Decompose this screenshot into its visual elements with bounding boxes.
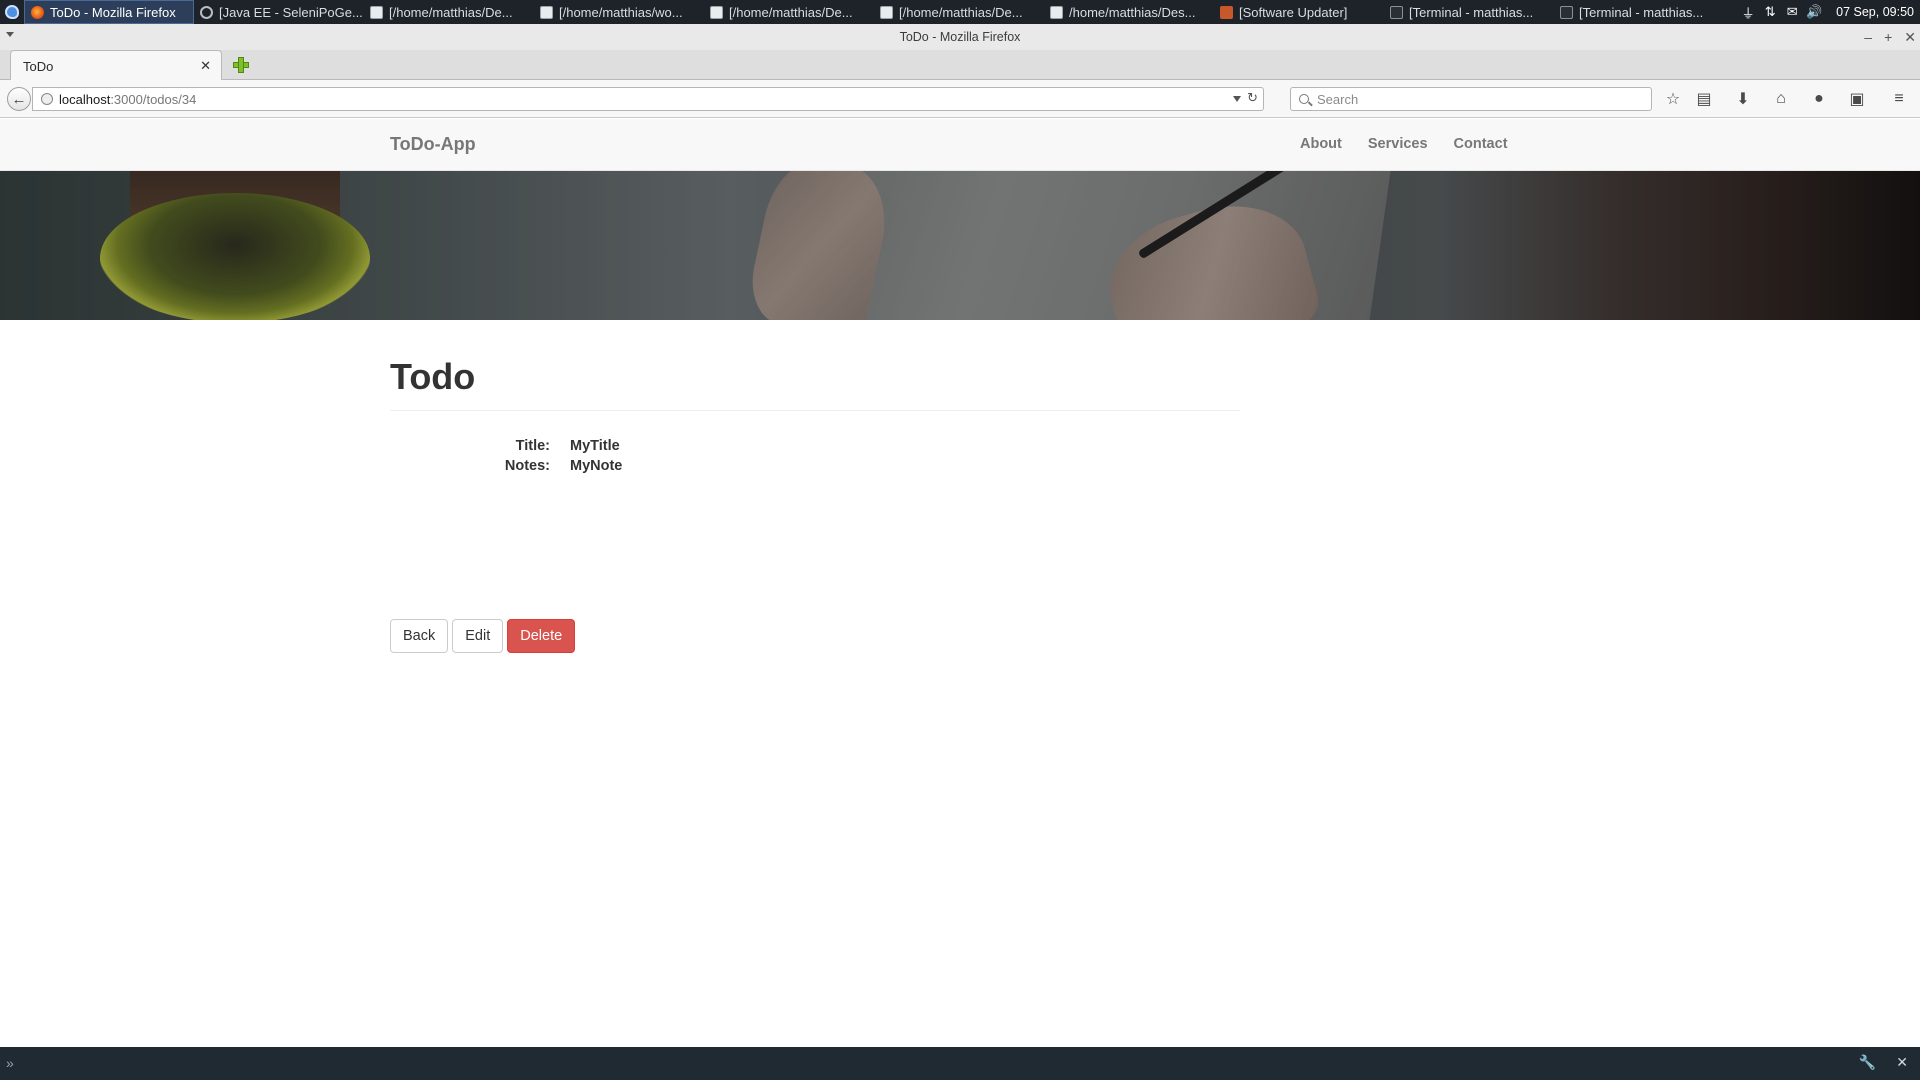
url-history-dropdown-icon[interactable]: [1233, 96, 1241, 102]
url-bar[interactable]: localhost:3000/todos/34 ↻: [32, 87, 1264, 111]
site-identity-icon[interactable]: [41, 93, 53, 105]
taskbar-item-terminal-2[interactable]: [Terminal - matthias...: [1554, 0, 1724, 24]
network-icon[interactable]: ⇅: [1762, 4, 1778, 19]
software-updater-icon: [1220, 5, 1233, 19]
field-label-notes: Notes:: [504, 458, 550, 474]
taskbar-item-software-updater[interactable]: [Software Updater]: [1214, 0, 1384, 24]
chat-icon[interactable]: ●: [1809, 89, 1829, 109]
maximize-icon[interactable]: +: [1884, 29, 1892, 45]
taskbar-item-editor-3[interactable]: [/home/matthias/De...: [704, 0, 874, 24]
search-placeholder: Search: [1317, 91, 1359, 107]
delete-button[interactable]: Delete: [507, 619, 576, 653]
bottom-panel: » 🔧 ✕: [0, 1047, 1920, 1080]
field-label-title: Title:: [515, 438, 550, 454]
sync-icon[interactable]: ▣: [1847, 89, 1867, 109]
text-editor-icon: [370, 5, 383, 19]
taskbar-item-label: ToDo - Mozilla Firefox: [50, 4, 176, 20]
taskbar-item-label: [Java EE - SeleniPoGe...: [219, 4, 363, 20]
close-icon[interactable]: ✕: [1896, 1054, 1908, 1071]
new-tab-icon[interactable]: [232, 56, 250, 74]
url-path: :3000/todos/34: [110, 91, 197, 107]
taskbar-item-editor-4[interactable]: [/home/matthias/De...: [874, 0, 1044, 24]
mail-icon[interactable]: ✉: [1784, 4, 1800, 19]
web-page: ToDo-App About Services Contact Todo Tit…: [0, 119, 1920, 1047]
taskbar-item-label: /home/matthias/Des...: [1069, 4, 1196, 20]
close-window-icon[interactable]: ✕: [1904, 29, 1916, 46]
taskbar-item-firefox[interactable]: ToDo - Mozilla Firefox: [24, 0, 194, 24]
text-editor-icon: [880, 5, 893, 19]
taskbar-item-label: [/home/matthias/De...: [389, 4, 513, 20]
site-navbar: ToDo-App About Services Contact: [0, 119, 1920, 171]
window-title: ToDo - Mozilla Firefox: [899, 30, 1021, 44]
action-buttons: Back Edit Delete: [390, 619, 576, 653]
taskbar-item-editor-2[interactable]: [/home/matthias/wo...: [534, 0, 704, 24]
field-value-notes: MyNote: [570, 458, 623, 474]
bookmarks-menu-icon[interactable]: ▤: [1694, 89, 1714, 109]
text-editor-icon: [710, 5, 723, 19]
gear-icon: [200, 5, 213, 19]
taskbar-item-label: [/home/matthias/De...: [899, 4, 1023, 20]
power-plug-icon[interactable]: ⏚: [1740, 5, 1756, 21]
window-titlebar: ToDo - Mozilla Firefox – + ✕: [0, 24, 1920, 50]
nav-link-contact[interactable]: Contact: [1454, 136, 1508, 152]
os-top-panel: ToDo - Mozilla Firefox [Java EE - Seleni…: [0, 0, 1920, 24]
minimize-icon[interactable]: –: [1864, 29, 1872, 45]
tab-label: ToDo: [23, 58, 54, 74]
edit-button[interactable]: Edit: [452, 619, 504, 653]
taskbar-item-label: [/home/matthias/De...: [729, 4, 853, 20]
hamburger-menu-icon[interactable]: ≡: [1889, 89, 1909, 109]
bookmark-star-icon[interactable]: ☆: [1663, 89, 1683, 109]
taskbar-item-label: [Software Updater]: [1239, 4, 1348, 20]
nav-link-about[interactable]: About: [1300, 136, 1342, 152]
close-tab-icon[interactable]: ✕: [200, 58, 211, 74]
taskbar-item-eclipse[interactable]: [Java EE - SeleniPoGe...: [194, 0, 364, 24]
system-tray: ⏚ ⇅ ✉ 🔊 07 Sep, 09:50: [1740, 0, 1920, 24]
taskbar-item-label: [/home/matthias/wo...: [559, 4, 683, 20]
firefox-icon: [31, 5, 44, 19]
title-divider: [390, 410, 1240, 411]
whisker-menu-button[interactable]: [0, 0, 24, 24]
clock[interactable]: 07 Sep, 09:50: [1836, 5, 1914, 19]
navigation-toolbar: ← localhost:3000/todos/34 ↻ Search ☆ ▤ ⬇…: [0, 80, 1920, 118]
back-arrow-icon[interactable]: ←: [7, 87, 31, 111]
tab-todo[interactable]: ToDo ✕: [10, 50, 222, 81]
taskbar-item-label: [Terminal - matthias...: [1409, 4, 1534, 20]
taskbar-item-editor-5[interactable]: /home/matthias/Des...: [1044, 0, 1214, 24]
text-editor-icon: [1050, 5, 1063, 19]
window-menu-icon[interactable]: [6, 32, 14, 37]
brand-link[interactable]: ToDo-App: [390, 134, 476, 155]
url-host: localhost: [59, 91, 111, 107]
nav-link-services[interactable]: Services: [1368, 136, 1428, 152]
window-controls: – + ✕: [1864, 24, 1916, 50]
terminal-icon: [1390, 5, 1403, 19]
search-bar[interactable]: Search: [1290, 87, 1652, 111]
double-chevron-icon[interactable]: »: [6, 1055, 14, 1071]
downloads-icon[interactable]: ⬇: [1733, 89, 1753, 109]
back-button[interactable]: Back: [390, 619, 449, 653]
home-icon[interactable]: ⌂: [1771, 89, 1791, 109]
text-editor-icon: [540, 5, 553, 19]
volume-icon[interactable]: 🔊: [1806, 4, 1822, 19]
hero-banner-image: [0, 171, 1920, 320]
page-title: Todo: [390, 356, 476, 397]
terminal-icon: [1560, 5, 1573, 19]
search-icon: [1299, 94, 1309, 104]
field-value-title: MyTitle: [570, 438, 620, 454]
taskbar-item-label: [Terminal - matthias...: [1579, 4, 1704, 20]
reload-icon[interactable]: ↻: [1247, 90, 1258, 106]
tab-bar: ToDo ✕: [0, 50, 1920, 81]
taskbar-item-terminal-1[interactable]: [Terminal - matthias...: [1384, 0, 1554, 24]
nav-links: About Services Contact: [1300, 136, 1534, 152]
taskbar-item-editor-1[interactable]: [/home/matthias/De...: [364, 0, 534, 24]
xfce-logo-icon: [5, 5, 19, 19]
wrench-icon[interactable]: 🔧: [1859, 1054, 1876, 1071]
